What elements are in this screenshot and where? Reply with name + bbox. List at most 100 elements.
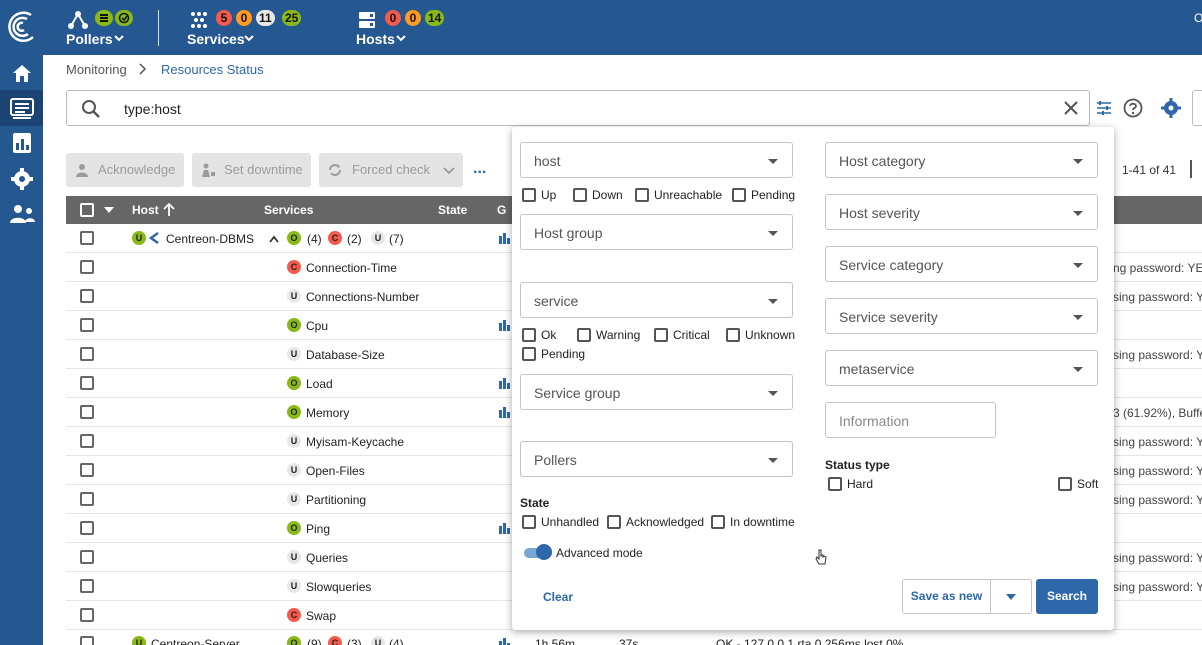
- row-checkbox[interactable]: [80, 521, 94, 535]
- caret-down-icon[interactable]: [104, 207, 114, 213]
- sort-ascending-icon[interactable]: [163, 203, 175, 217]
- configuration-icon[interactable]: [7, 166, 37, 192]
- monitoring-icon[interactable]: [7, 95, 37, 121]
- checkbox-box[interactable]: [577, 328, 591, 342]
- save-options-button[interactable]: [990, 579, 1032, 614]
- row-checkbox[interactable]: [80, 231, 94, 245]
- service-crit-badge[interactable]: C: [328, 636, 342, 645]
- service-name[interactable]: Database-Size: [306, 348, 385, 362]
- table-row-host[interactable]: U Centreon-Server O (9) C (3) U (4) 1h 56m 37s OK …: [66, 630, 1202, 645]
- service-severity-select[interactable]: Service severity: [825, 298, 1098, 334]
- column-host[interactable]: Host: [132, 203, 159, 217]
- service-name[interactable]: Load: [306, 377, 333, 391]
- checkbox-box[interactable]: [635, 188, 649, 202]
- service-name[interactable]: Connections-Number: [306, 290, 419, 304]
- user-initial[interactable]: O: [1194, 11, 1202, 25]
- row-checkbox[interactable]: [80, 492, 94, 506]
- services-unknown-count[interactable]: 11: [256, 10, 275, 26]
- row-checkbox[interactable]: [80, 260, 94, 274]
- row-checkbox[interactable]: [80, 405, 94, 419]
- select-all-checkbox[interactable]: [80, 203, 94, 217]
- checkbox-box[interactable]: [522, 188, 536, 202]
- pollers-select[interactable]: Pollers: [520, 441, 793, 477]
- row-checkbox[interactable]: [80, 318, 94, 332]
- graph-icon[interactable]: [499, 377, 513, 389]
- checkbox-box[interactable]: [522, 328, 536, 342]
- breadcrumb-resources-status[interactable]: Resources Status: [161, 62, 264, 77]
- host-select[interactable]: host: [520, 142, 793, 178]
- host-name[interactable]: Centreon-Server: [151, 637, 240, 645]
- checkbox-box[interactable]: [607, 515, 621, 529]
- clear-search-icon[interactable]: [1064, 101, 1078, 115]
- service-unk-badge[interactable]: U: [371, 636, 385, 645]
- hosts-up-count[interactable]: 14: [425, 10, 445, 26]
- host-severity-select[interactable]: Host severity: [825, 194, 1098, 230]
- checkbox-box[interactable]: [522, 515, 536, 529]
- row-checkbox[interactable]: [80, 347, 94, 361]
- service-name[interactable]: Connection-Time: [306, 261, 397, 275]
- search-button[interactable]: Search: [1036, 579, 1098, 614]
- checkbox-box[interactable]: [522, 347, 536, 361]
- row-checkbox[interactable]: [80, 579, 94, 593]
- set-downtime-button[interactable]: Set downtime: [192, 153, 311, 187]
- administration-icon[interactable]: [7, 201, 37, 227]
- row-checkbox[interactable]: [80, 550, 94, 564]
- home-icon[interactable]: [7, 60, 37, 86]
- row-checkbox[interactable]: [80, 289, 94, 303]
- chevron-up-icon[interactable]: [269, 235, 279, 243]
- graph-icon[interactable]: [499, 319, 513, 331]
- row-checkbox[interactable]: [80, 463, 94, 477]
- chevron-down-icon[interactable]: [443, 167, 455, 175]
- graph-icon[interactable]: [499, 637, 513, 645]
- services-warning-count[interactable]: 0: [236, 10, 252, 26]
- row-checkbox[interactable]: [80, 636, 94, 645]
- service-name[interactable]: Myisam-Keycache: [306, 435, 404, 449]
- row-checkbox[interactable]: [80, 608, 94, 622]
- service-group-select[interactable]: Service group: [520, 374, 793, 410]
- hosts-down-count[interactable]: 0: [385, 10, 401, 26]
- checkbox-box[interactable]: [654, 328, 668, 342]
- service-name[interactable]: Swap: [306, 609, 336, 623]
- service-ok-badge[interactable]: O: [287, 636, 301, 645]
- row-checkbox[interactable]: [80, 434, 94, 448]
- poller-latency-status[interactable]: [115, 10, 133, 26]
- checkbox-box[interactable]: [726, 328, 740, 342]
- service-crit-badge[interactable]: C: [328, 231, 342, 245]
- reporting-icon[interactable]: [7, 130, 37, 156]
- save-as-new-button[interactable]: Save as new: [902, 579, 991, 614]
- host-category-select[interactable]: Host category: [825, 142, 1098, 178]
- first-page-button[interactable]: [1190, 160, 1202, 178]
- advanced-mode-toggle-knob[interactable]: [536, 544, 552, 560]
- service-name[interactable]: Partitioning: [306, 493, 366, 507]
- service-select[interactable]: service: [520, 282, 793, 318]
- column-state[interactable]: State: [438, 203, 467, 217]
- centreon-logo[interactable]: [5, 9, 37, 45]
- graph-icon[interactable]: [499, 406, 513, 418]
- forced-check-button[interactable]: Forced check: [319, 153, 463, 187]
- graph-icon[interactable]: [499, 232, 513, 244]
- column-graph[interactable]: G: [497, 203, 506, 217]
- help-icon[interactable]: [1123, 98, 1143, 118]
- row-checkbox[interactable]: [80, 376, 94, 390]
- checkbox-box[interactable]: [573, 188, 587, 202]
- settings-gear-icon[interactable]: [1160, 97, 1182, 119]
- search-bar[interactable]: type:host: [66, 90, 1090, 126]
- service-name[interactable]: Queries: [306, 551, 348, 565]
- search-input[interactable]: type:host: [124, 101, 181, 117]
- service-name[interactable]: Memory: [306, 406, 349, 420]
- service-ok-badge[interactable]: O: [287, 231, 301, 245]
- services-ok-count[interactable]: 25: [282, 10, 302, 26]
- acknowledge-button[interactable]: Acknowledge: [66, 153, 184, 187]
- information-input[interactable]: Information: [825, 402, 996, 438]
- service-name[interactable]: Slowqueries: [306, 580, 371, 594]
- service-name[interactable]: Ping: [306, 522, 330, 536]
- clear-button[interactable]: Clear: [543, 590, 573, 604]
- column-services[interactable]: Services: [264, 203, 313, 217]
- right-panel-toggle[interactable]: [1192, 90, 1202, 126]
- metaservice-select[interactable]: metaservice: [825, 350, 1098, 386]
- service-name[interactable]: Open-Files: [306, 464, 365, 478]
- checkbox-box[interactable]: [711, 515, 725, 529]
- more-actions-button[interactable]: ...: [473, 160, 486, 178]
- host-name[interactable]: Centreon-DBMS: [166, 232, 254, 246]
- filter-options-icon[interactable]: [1096, 100, 1112, 116]
